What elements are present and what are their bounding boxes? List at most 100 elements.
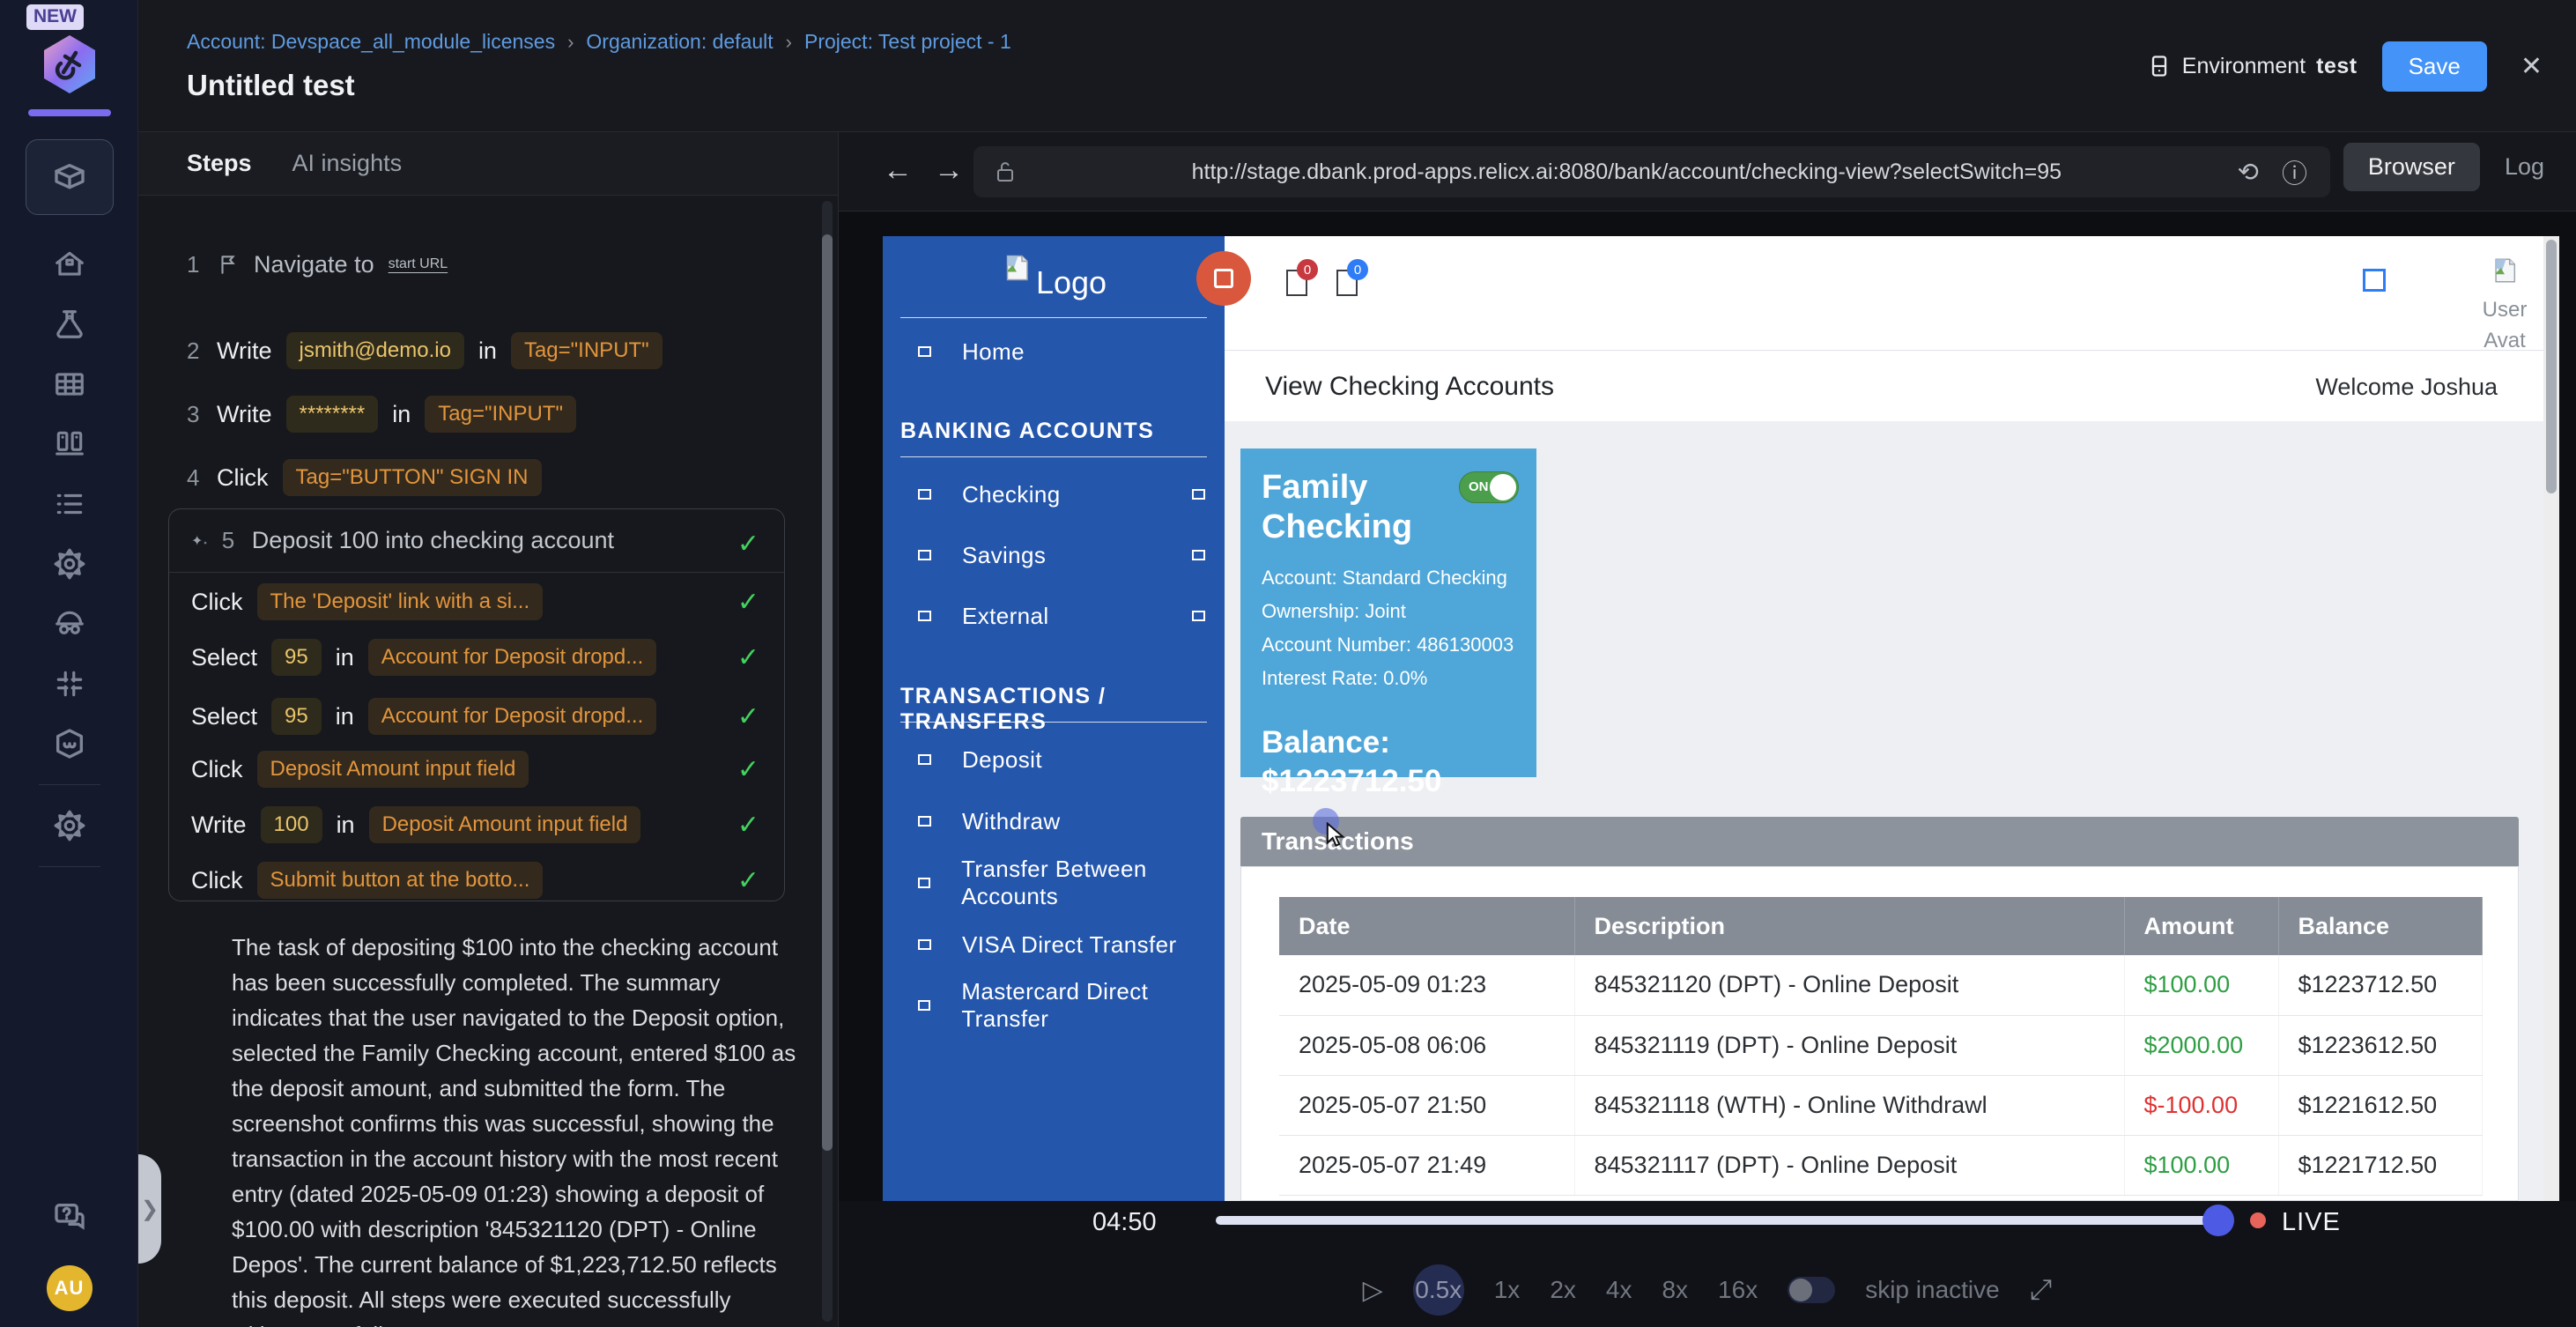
refresh-icon[interactable]: ⟲: [2238, 157, 2259, 188]
table-row[interactable]: 2025-05-09 01:23 845321120 (DPT) - Onlin…: [1279, 955, 2482, 1015]
timeline-slider-knob[interactable]: [2202, 1205, 2234, 1236]
tab-ai-insights[interactable]: AI insights: [292, 150, 403, 177]
substep-row-5[interactable]: Write 100 in Deposit Amount input field: [191, 800, 640, 849]
timeline-slider[interactable]: [1216, 1216, 2213, 1225]
user-avatar-broken-image[interactable]: User Avat: [2456, 256, 2553, 356]
sidebar-item-admin-settings[interactable]: [26, 796, 114, 856]
sidebar-item-links[interactable]: [26, 714, 114, 774]
substep-row-6[interactable]: Click Submit button at the botto...: [191, 856, 543, 905]
info-icon[interactable]: ⓘ: [2282, 153, 2307, 190]
step-target-chip[interactable]: Tag="BUTTON" SIGN IN: [283, 459, 542, 496]
sidebar-item-suites[interactable]: [26, 354, 114, 414]
skip-inactive-toggle[interactable]: [1788, 1277, 1835, 1303]
speed-8x[interactable]: 8x: [1662, 1276, 1688, 1304]
family-checking-card[interactable]: Family Checking ON Account: Standard Che…: [1240, 449, 1536, 777]
tab-log[interactable]: Log: [2480, 143, 2569, 191]
substep-row-1[interactable]: Click The 'Deposit' link with a si...: [191, 577, 543, 626]
step-row-2[interactable]: 2 Write jsmith@demo.io in Tag="INPUT": [187, 326, 663, 375]
back-icon[interactable]: ←: [883, 153, 913, 188]
bank-nav-mastercard-transfer[interactable]: Mastercard Direct Transfer: [883, 988, 1225, 1023]
help-chat-button[interactable]: [52, 1199, 87, 1239]
step-group-header[interactable]: ✦˖ 5 Deposit 100 into checking account: [169, 509, 784, 573]
panel-collapse-handle[interactable]: ❯: [138, 1154, 161, 1264]
sidebar-item-integrations[interactable]: [26, 654, 114, 714]
step-row-1[interactable]: 1 Navigate to start URL: [187, 240, 448, 289]
bank-content: Family Checking ON Account: Standard Che…: [1225, 421, 2559, 1201]
column-header-balance[interactable]: Balance: [2278, 897, 2482, 955]
start-url-link[interactable]: start URL: [389, 256, 448, 272]
sidebar-item-lab[interactable]: [26, 294, 114, 354]
substep-row-2[interactable]: Select 95 in Account for Deposit dropd..…: [191, 633, 656, 682]
save-button[interactable]: Save: [2382, 41, 2487, 92]
user-avatar[interactable]: AU: [47, 1265, 93, 1311]
account-type: Account: Standard Checking: [1262, 567, 1515, 589]
play-button[interactable]: ▷: [1363, 1275, 1383, 1306]
notification-icon[interactable]: 0: [1286, 270, 1307, 296]
step-target-chip[interactable]: The 'Deposit' link with a si...: [257, 583, 544, 620]
steps-scrollbar-thumb[interactable]: [822, 234, 833, 1151]
column-header-amount[interactable]: Amount: [2124, 897, 2278, 955]
fullscreen-icon[interactable]: ⤢: [2030, 1273, 2053, 1307]
close-icon[interactable]: ✕: [2520, 51, 2543, 82]
bank-page-scrollbar[interactable]: [2543, 236, 2559, 1201]
step-value-chip[interactable]: 95: [271, 639, 322, 676]
bank-nav-transfer[interactable]: Transfer Between Accounts: [883, 865, 1225, 901]
step-target-chip[interactable]: Deposit Amount input field: [257, 751, 529, 788]
sidebar-item-tests[interactable]: [26, 139, 114, 215]
sidebar-item-home[interactable]: [26, 234, 114, 294]
steps-scrollbar[interactable]: [822, 201, 833, 1322]
step-value-chip[interactable]: jsmith@demo.io: [286, 332, 464, 369]
bank-nav-visa-transfer[interactable]: VISA Direct Transfer: [883, 927, 1225, 962]
step-row-3[interactable]: 3 Write ******** in Tag="INPUT": [187, 389, 576, 439]
step-target-chip[interactable]: Account for Deposit dropd...: [368, 698, 657, 735]
bank-nav-checking[interactable]: Checking: [883, 477, 1225, 512]
column-header-date[interactable]: Date: [1279, 897, 1574, 955]
bank-nav-home[interactable]: Home: [883, 334, 1225, 369]
step-target-chip[interactable]: Deposit Amount input field: [369, 806, 641, 843]
table-row[interactable]: 2025-05-07 21:50 845321118 (WTH) - Onlin…: [1279, 1075, 2482, 1135]
bank-nav-withdraw[interactable]: Withdraw: [883, 804, 1225, 839]
forward-icon[interactable]: →: [934, 153, 964, 188]
speed-4x[interactable]: 4x: [1606, 1276, 1632, 1304]
url-bar[interactable]: http://stage.dbank.prod-apps.relicx.ai:8…: [973, 146, 2330, 197]
account-on-toggle[interactable]: ON: [1459, 471, 1519, 503]
step-target-chip[interactable]: Tag="INPUT": [511, 332, 663, 369]
step-value-chip[interactable]: 95: [271, 698, 322, 735]
step-target-chip[interactable]: Tag="INPUT": [425, 396, 576, 433]
tab-steps[interactable]: Steps: [187, 150, 252, 177]
stop-recording-button[interactable]: [1196, 251, 1251, 306]
speed-0-5x[interactable]: 0.5x: [1413, 1264, 1464, 1316]
speed-2x[interactable]: 2x: [1550, 1276, 1576, 1304]
substep-row-4[interactable]: Click Deposit Amount input field: [191, 745, 529, 794]
substep-row-3[interactable]: Select 95 in Account for Deposit dropd..…: [191, 692, 656, 741]
bank-logo[interactable]: Logo: [883, 252, 1225, 301]
app-logo[interactable]: [41, 33, 99, 95]
step-value-chip[interactable]: ********: [286, 396, 379, 433]
table-row[interactable]: 2025-05-07 21:49 845321117 (DPT) - Onlin…: [1279, 1135, 2482, 1195]
checkbox-icon[interactable]: [2363, 269, 2386, 292]
transactions-header[interactable]: Transactions: [1240, 817, 2519, 866]
tab-browser[interactable]: Browser: [2343, 143, 2480, 191]
sidebar-item-incognito[interactable]: [26, 594, 114, 654]
speed-1x[interactable]: 1x: [1494, 1276, 1521, 1304]
step-target-chip[interactable]: Submit button at the botto...: [257, 862, 544, 899]
sidebar-item-settings[interactable]: [26, 534, 114, 594]
table-row[interactable]: 2025-05-08 06:06 845321119 (DPT) - Onlin…: [1279, 1015, 2482, 1075]
sidebar-item-runs[interactable]: [26, 414, 114, 474]
sidebar-item-list[interactable]: [26, 474, 114, 534]
column-header-description[interactable]: Description: [1574, 897, 2124, 955]
breadcrumb-organization[interactable]: Organization: default: [586, 30, 773, 54]
step-value-chip[interactable]: 100: [261, 806, 322, 843]
bank-nav-savings[interactable]: Savings: [883, 537, 1225, 573]
bank-nav-deposit[interactable]: Deposit: [883, 742, 1225, 777]
speed-16x[interactable]: 16x: [1718, 1276, 1758, 1304]
step-row-4[interactable]: 4 Click Tag="BUTTON" SIGN IN: [187, 453, 542, 502]
bank-scrollbar-thumb[interactable]: [2546, 240, 2557, 493]
bank-nav-external[interactable]: External: [883, 598, 1225, 634]
breadcrumb-account[interactable]: Account: Devspace_all_module_licenses: [187, 30, 555, 54]
environment-selector[interactable]: Environment test: [2147, 54, 2358, 79]
breadcrumb-project[interactable]: Project: Test project - 1: [804, 30, 1011, 54]
step-target-chip[interactable]: Account for Deposit dropd...: [368, 639, 657, 676]
url-text[interactable]: http://stage.dbank.prod-apps.relicx.ai:8…: [1016, 159, 2238, 185]
message-icon[interactable]: 0: [1336, 270, 1358, 296]
